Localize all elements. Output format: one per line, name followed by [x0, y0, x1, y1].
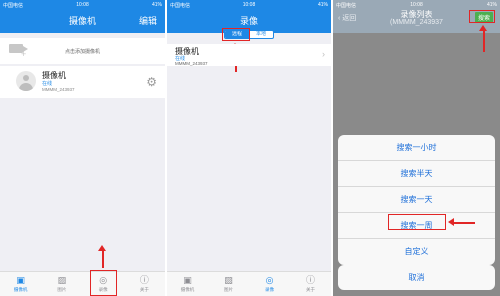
- arrow-annotation: [480, 25, 486, 52]
- navigation-bar: 中国电信 10:08 41% ‹ 返回 录像列表 (MMMM_243937 搜索: [333, 0, 500, 33]
- tab-label: 关于: [306, 287, 315, 292]
- source-segmented-control: 远程 本地: [224, 30, 274, 39]
- clock: 10:08: [242, 2, 256, 8]
- camera-list-screen: 中国电信 10:08 41% 摄像机 编辑 + 点击添加摄像机 摄像机 在线 M…: [0, 0, 165, 296]
- tab-pictures[interactable]: ▨ 图片: [41, 275, 82, 293]
- camera-list-item[interactable]: 摄像机 在线 MMMM_243937 ⚙: [0, 66, 165, 98]
- tab-about[interactable]: ⓘ 关于: [290, 275, 331, 293]
- info-tab-icon: ⓘ: [139, 275, 149, 285]
- status-bar: 中国电信 10:08 41%: [333, 0, 500, 9]
- option-search-week[interactable]: 搜索一周: [338, 213, 495, 239]
- camera-list-item[interactable]: 摄像机 在线 MMMM_243937 ›: [167, 44, 331, 66]
- tab-recordings[interactable]: ◎ 录像: [249, 275, 290, 293]
- tab-label: 关于: [139, 287, 149, 292]
- action-sheet: 搜索一小时 搜索半天 搜索一天 搜索一周 自定义: [338, 135, 495, 265]
- tab-label: 图片: [57, 287, 67, 292]
- recordings-screen: 中国电信 10:08 41% 录像 远程 本地 摄像机 在线 MMMM_2439…: [167, 0, 331, 296]
- tab-pictures[interactable]: ▨ 图片: [208, 275, 249, 293]
- status-bar: 中国电信 10:08 41%: [0, 0, 165, 9]
- clock: 10:08: [410, 2, 423, 8]
- tab-camera[interactable]: ▣ 摄像机: [0, 275, 41, 293]
- edit-button[interactable]: 编辑: [139, 14, 157, 27]
- info-tab-icon: ⓘ: [305, 275, 315, 285]
- tab-about[interactable]: ⓘ 关于: [124, 275, 165, 293]
- tab-label: 录像: [265, 287, 274, 292]
- clock: 10:08: [76, 2, 89, 8]
- option-search-day[interactable]: 搜索一天: [338, 187, 495, 213]
- avatar: [16, 71, 36, 91]
- arrow-annotation: [448, 219, 475, 225]
- tab-bar: ▣ 摄像机 ▨ 图片 ◎ 录像 ⓘ 关于: [0, 271, 165, 296]
- option-custom[interactable]: 自定义: [338, 239, 495, 265]
- camera-id: MMMM_243937: [175, 61, 208, 66]
- segment-local[interactable]: 本地: [249, 31, 273, 38]
- battery-level: 41%: [151, 2, 162, 8]
- camera-tab-icon: ▣: [183, 275, 192, 285]
- cancel-button[interactable]: 取消: [338, 265, 495, 290]
- tab-recordings[interactable]: ◎ 录像: [83, 275, 124, 293]
- option-search-hour[interactable]: 搜索一小时: [338, 135, 495, 161]
- battery-level: 41%: [486, 2, 497, 8]
- record-tab-icon: ◎: [99, 275, 108, 285]
- tab-label: 摄像机: [180, 287, 195, 292]
- tab-label: 图片: [224, 287, 233, 292]
- tab-camera[interactable]: ▣ 摄像机: [167, 275, 208, 293]
- arrow-annotation: [99, 245, 105, 268]
- tab-label: 摄像机: [13, 287, 28, 292]
- picture-tab-icon: ▨: [224, 275, 233, 285]
- add-camera-label: 点击添加摄像机: [64, 49, 100, 55]
- search-button[interactable]: 搜索: [474, 12, 493, 23]
- camera-status: 在线: [42, 81, 53, 87]
- camera-tab-icon: ▣: [16, 275, 25, 285]
- gear-icon[interactable]: ⚙: [146, 76, 157, 88]
- tab-label: 录像: [98, 287, 108, 292]
- recording-list-screen: 中国电信 10:08 41% ‹ 返回 录像列表 (MMMM_243937 搜索…: [333, 0, 500, 296]
- picture-tab-icon: ▨: [57, 275, 67, 285]
- page-title: 录像: [239, 16, 258, 26]
- add-camera-row[interactable]: + 点击添加摄像机: [0, 38, 165, 64]
- option-search-half-day[interactable]: 搜索半天: [338, 161, 495, 187]
- chevron-right-icon: ›: [322, 49, 325, 59]
- record-tab-icon: ◎: [265, 275, 274, 285]
- tab-bar: ▣ 摄像机 ▨ 图片 ◎ 录像 ⓘ 关于: [167, 271, 331, 296]
- navigation-bar: 中国电信 10:08 41% 摄像机 编辑: [0, 0, 165, 33]
- navigation-bar: 中国电信 10:08 41% 录像: [167, 0, 331, 33]
- camera-id: MMMM_243937: [42, 87, 75, 92]
- segment-remote[interactable]: 远程: [225, 31, 249, 38]
- battery-level: 41%: [317, 2, 328, 8]
- status-bar: 中国电信 10:08 41%: [167, 0, 331, 9]
